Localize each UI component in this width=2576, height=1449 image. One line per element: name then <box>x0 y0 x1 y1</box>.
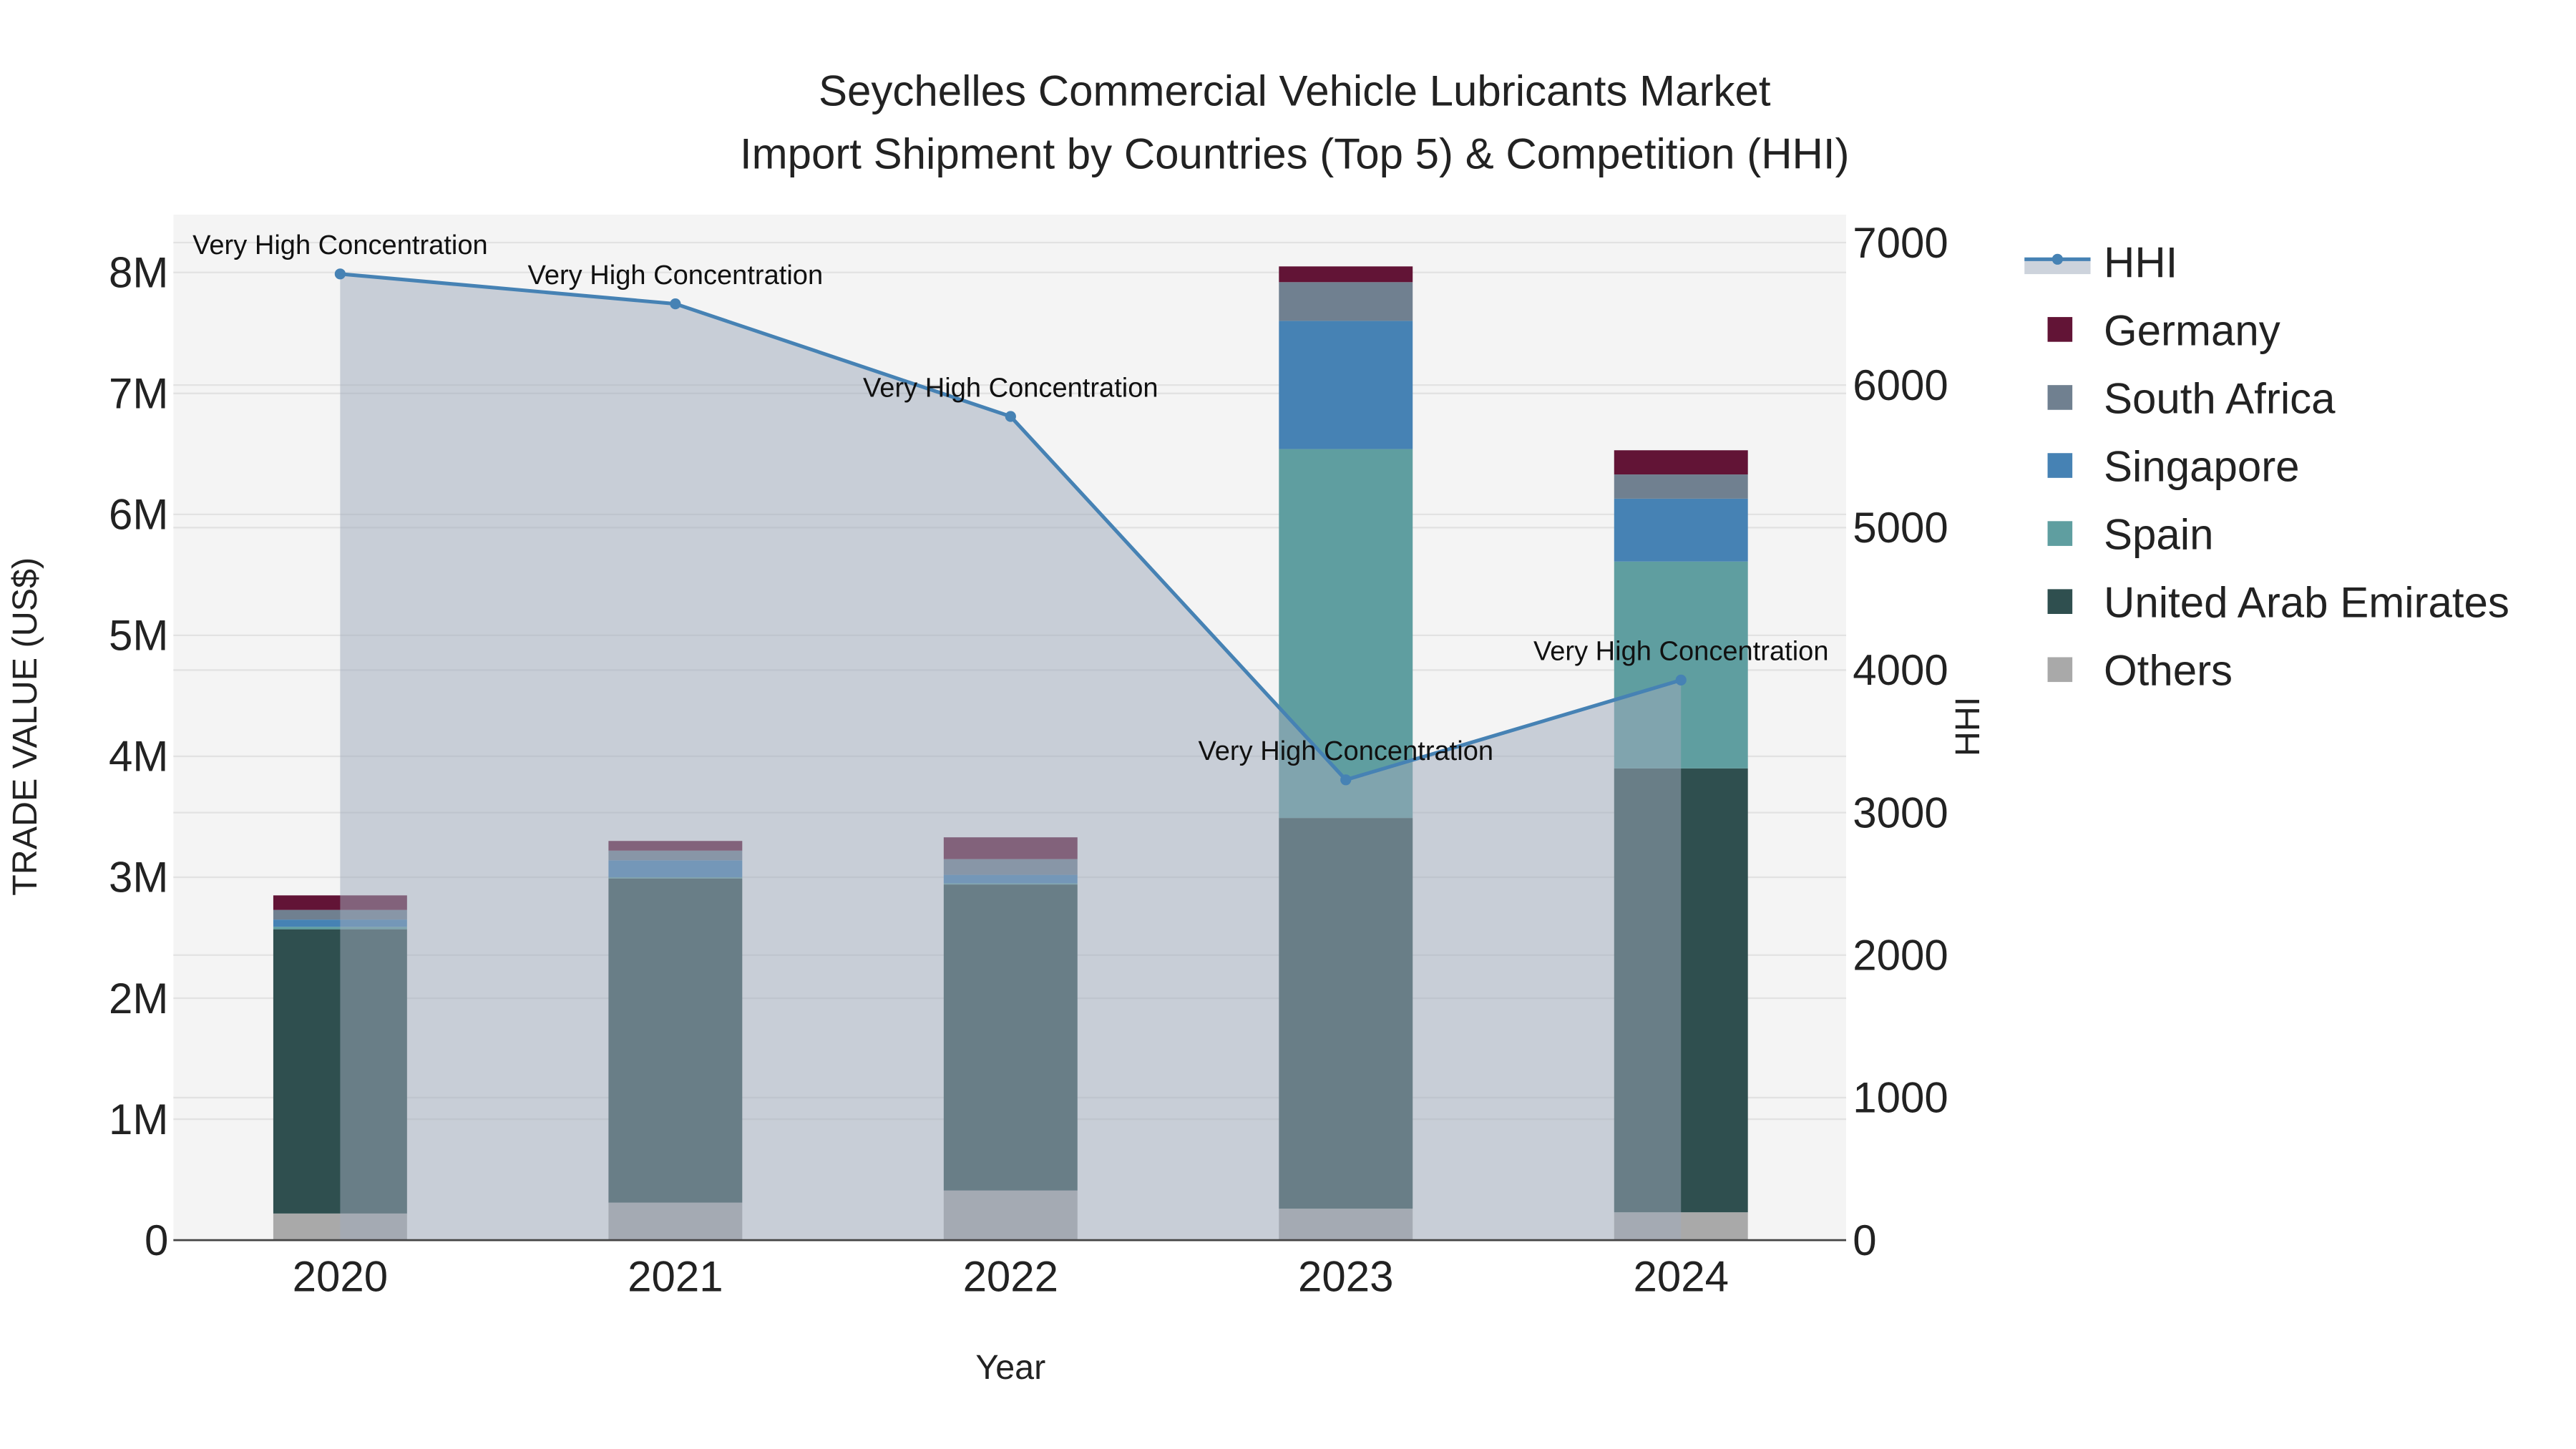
hhi-annotation: Very High Concentration <box>528 260 824 291</box>
hhi-annotation: Very High Concentration <box>1533 637 1829 667</box>
legend-swatch-south-africa <box>2047 385 2073 410</box>
x-tick-label: 2021 <box>628 1253 723 1301</box>
hhi-point <box>334 268 346 280</box>
y-tick-label: 6M <box>109 491 168 539</box>
y-axis-ticks: 0 1M 2M 3M 4M 5M 6M 7M 8M <box>109 249 168 1264</box>
bar-germany <box>1614 450 1748 475</box>
legend-label-germany: Germany <box>2104 306 2280 354</box>
y-tick-label: 3M <box>109 854 168 902</box>
y2-tick-label: 3000 <box>1853 789 1948 836</box>
y2-axis-ticks: 0 1000 2000 3000 4000 5000 6000 7000 <box>1853 219 1948 1264</box>
legend-label-others: Others <box>2104 647 2233 695</box>
hhi-point <box>1340 774 1352 786</box>
y-tick-label: 0 <box>145 1216 168 1264</box>
bar-south-africa <box>1614 474 1748 499</box>
hhi-annotation: Very High Concentration <box>863 373 1158 403</box>
legend-hhi-marker <box>2051 253 2063 265</box>
x-tick-label: 2022 <box>963 1253 1058 1301</box>
y-tick-label: 2M <box>109 975 168 1023</box>
legend-label-hhi: HHI <box>2104 239 2177 287</box>
y-tick-label: 5M <box>109 612 168 660</box>
hhi-point <box>670 298 681 310</box>
y2-tick-label: 7000 <box>1853 219 1948 267</box>
legend-swatch-singapore <box>2047 453 2073 478</box>
y2-tick-label: 0 <box>1853 1216 1876 1264</box>
chart-title: Seychelles Commercial Vehicle Lubricants… <box>819 67 1771 115</box>
x-axis-ticks: 2020 2021 2022 2023 2024 <box>293 1253 1729 1301</box>
legend-swatch-united-arab-emirates <box>2047 589 2073 614</box>
y2-tick-label: 6000 <box>1853 361 1948 409</box>
y2-axis-label: HHI <box>1948 697 1987 756</box>
bar-south-africa <box>1279 282 1413 321</box>
hhi-point <box>1675 674 1687 686</box>
y-tick-label: 4M <box>109 733 168 781</box>
chart: 0 1M 2M 3M 4M 5M 6M 7M 8M 0 1000 2000 3000 4000 5000 6… <box>6 67 2509 1387</box>
y-tick-label: 1M <box>109 1096 168 1143</box>
hhi-annotation: Very High Concentration <box>192 230 488 260</box>
legend-swatch-spain <box>2047 521 2073 546</box>
y2-tick-label: 2000 <box>1853 932 1948 980</box>
bar-singapore <box>1279 321 1413 449</box>
hhi-point <box>1005 411 1016 422</box>
chart-subtitle: Import Shipment by Countries (Top 5) & C… <box>740 130 1850 177</box>
bar-germany <box>1279 266 1413 283</box>
bar-singapore <box>1614 498 1748 562</box>
x-axis-label: Year <box>975 1348 1045 1387</box>
legend-swatch-germany <box>2047 317 2073 342</box>
legend: HHI Germany South Africa Singapore Spain Unit… <box>2024 239 2509 695</box>
x-tick-label: 2023 <box>1298 1253 1393 1301</box>
x-tick-label: 2024 <box>1633 1253 1728 1301</box>
y-tick-label: 7M <box>109 370 168 418</box>
y-axis-label: TRADE VALUE (US$) <box>6 557 44 896</box>
legend-label-south-africa: South Africa <box>2104 374 2336 422</box>
legend-label-spain: Spain <box>2104 511 2213 559</box>
hhi-annotation: Very High Concentration <box>1198 736 1493 766</box>
y2-tick-label: 4000 <box>1853 646 1948 694</box>
x-tick-label: 2020 <box>293 1253 388 1301</box>
legend-swatch-others <box>2047 657 2073 683</box>
legend-label-singapore: Singapore <box>2104 442 2300 490</box>
y2-tick-label: 5000 <box>1853 504 1948 552</box>
y-tick-label: 8M <box>109 249 168 297</box>
y2-tick-label: 1000 <box>1853 1074 1948 1122</box>
legend-label-united-arab-emirates: United Arab Emirates <box>2104 579 2509 627</box>
